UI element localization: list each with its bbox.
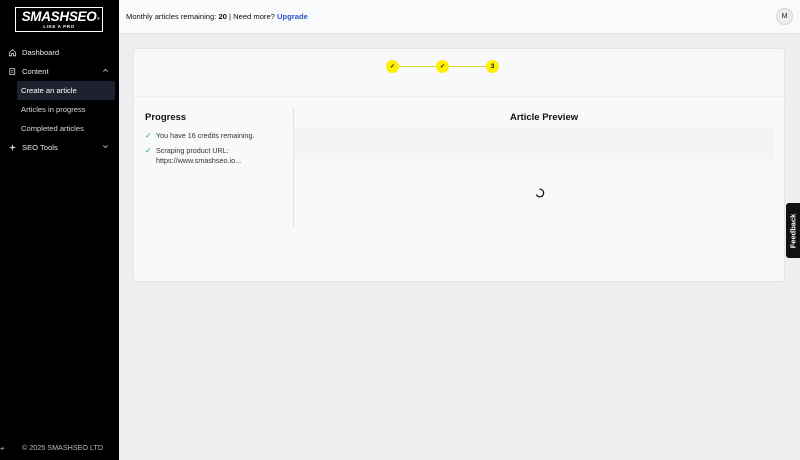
step-1: ✓	[386, 60, 399, 73]
user-avatar[interactable]: M	[776, 8, 793, 25]
sidebar-subitem-completed-articles[interactable]: Completed articles	[0, 119, 119, 138]
create-article-card: ✓ ✓ 3 Progress ✓ You have 16 credits rem…	[133, 48, 786, 282]
step-2: ✓	[436, 60, 449, 73]
sidebar-item-label: Content	[22, 67, 49, 76]
progress-item-line: Scraping product URL:	[156, 146, 229, 155]
progress-item: ✓ You have 16 credits remaining.	[145, 131, 254, 141]
top-bar: Monthly articles remaining: 20 | Need mo…	[119, 0, 800, 34]
article-preview-title: Article Preview	[510, 112, 579, 123]
step-connector	[399, 66, 436, 67]
sidebar-item-seo-tools[interactable]: SEO Tools	[0, 138, 119, 157]
progress-title: Progress	[145, 112, 187, 123]
feedback-label: Feedback	[788, 213, 798, 248]
upgrade-link[interactable]: Upgrade	[277, 12, 308, 21]
sidebar-item-label: SEO Tools	[22, 143, 58, 152]
home-icon	[8, 48, 17, 57]
check-icon: ✓	[145, 131, 152, 140]
check-icon: ✓	[145, 146, 152, 155]
sparkle-icon	[8, 143, 17, 152]
chevron-down-icon	[102, 143, 109, 152]
brand-logo[interactable]: SMASHSEO LIKE A PRO ®	[15, 7, 103, 32]
brand-name: SMASHSEO	[21, 9, 97, 24]
copyright-text: © 2025 SMASHSEO LTD	[22, 443, 104, 452]
progress-item: ✓ Scraping product URL: https://www.smas…	[145, 146, 241, 166]
step-3: 3	[486, 60, 499, 73]
progress-item-line: https://www.smashseo.io...	[156, 156, 242, 165]
document-icon	[8, 67, 17, 76]
sidebar-subitem-articles-in-progress[interactable]: Articles in progress	[0, 100, 119, 119]
progress-item-text: You have 16 credits remaining.	[156, 131, 255, 140]
articles-remaining-count: 20	[218, 12, 227, 21]
stepper: ✓ ✓ 3	[134, 49, 786, 97]
sidebar-item-content[interactable]: Content	[0, 62, 119, 81]
chevron-up-icon	[102, 67, 109, 76]
progress-item-text: Scraping product URL: https://www.smashs…	[156, 146, 241, 166]
cursor-icon: ⌖	[0, 444, 5, 453]
brand-registered-mark: ®	[97, 16, 100, 21]
sidebar-subitem-label: Completed articles	[21, 124, 84, 133]
preview-header-band	[294, 127, 774, 159]
need-more-label: | Need more?	[229, 12, 275, 21]
sidebar-item-dashboard[interactable]: Dashboard	[0, 43, 119, 62]
sidebar-subitem-create-article[interactable]: Create an article	[17, 81, 115, 100]
progress-panel: Progress ✓ You have 16 credits remaining…	[134, 107, 294, 227]
sidebar-subitem-label: Create an article	[21, 86, 77, 95]
sidebar-nav: Dashboard Content Create an article Arti…	[0, 43, 119, 157]
sidebar-item-label: Dashboard	[22, 48, 60, 57]
articles-remaining-banner: Monthly articles remaining: 20 | Need mo…	[126, 12, 308, 21]
brand-tagline: LIKE A PRO	[43, 24, 75, 29]
feedback-tab[interactable]: Feedback	[786, 203, 800, 258]
sidebar: SMASHSEO LIKE A PRO ® Dashboard Content …	[0, 0, 119, 460]
step-connector	[449, 66, 486, 67]
articles-remaining-label: Monthly articles remaining:	[126, 12, 217, 21]
loading-spinner-icon	[535, 185, 545, 198]
sidebar-subitem-label: Articles in progress	[21, 105, 86, 114]
